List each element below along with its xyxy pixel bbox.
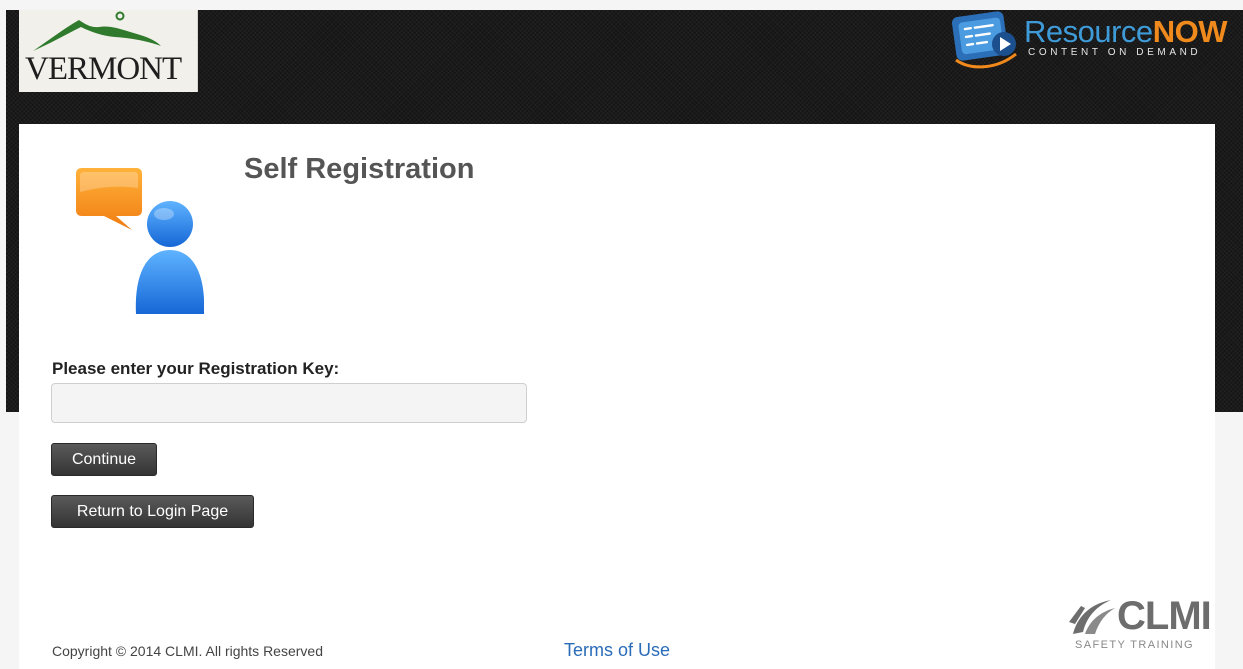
vermont-logo: VERMONT (19, 10, 198, 92)
site-header: VERMONT ResourceNOW CONTENT ON DEMAND (0, 0, 1243, 124)
resourcenow-logo: ResourceNOW CONTENT ON DEMAND (950, 10, 1235, 70)
user-chat-icon (76, 168, 204, 314)
clmi-swoosh-icon (1069, 600, 1115, 634)
resourcenow-logo-title: ResourceNOW (1024, 16, 1227, 47)
continue-button[interactable]: Continue (51, 443, 157, 476)
registration-key-label: Please enter your Registration Key: (52, 359, 340, 378)
resourcenow-tagline: CONTENT ON DEMAND (1028, 47, 1202, 58)
clmi-logo-text: CLMI (1117, 594, 1212, 638)
resourcenow-name-part1: Resource (1024, 14, 1153, 49)
terms-of-use-link[interactable]: Terms of Use (564, 640, 670, 661)
clmi-logo-tagline: SAFETY TRAINING (1075, 639, 1195, 651)
resourcenow-logo-icon (951, 11, 1017, 69)
return-to-login-button[interactable]: Return to Login Page (51, 495, 254, 528)
registration-panel: Self Registration Please enter your Regi… (19, 124, 1215, 669)
registration-key-input[interactable] (51, 383, 527, 423)
page-title: Self Registration (244, 153, 475, 185)
resourcenow-name-part2: NOW (1152, 14, 1228, 49)
vermont-logo-text: VERMONT (25, 51, 182, 87)
clmi-logo: CLMI SAFETY TRAINING (1067, 594, 1212, 656)
copyright-text: Copyright © 2014 CLMI. All rights Reserv… (52, 643, 323, 659)
